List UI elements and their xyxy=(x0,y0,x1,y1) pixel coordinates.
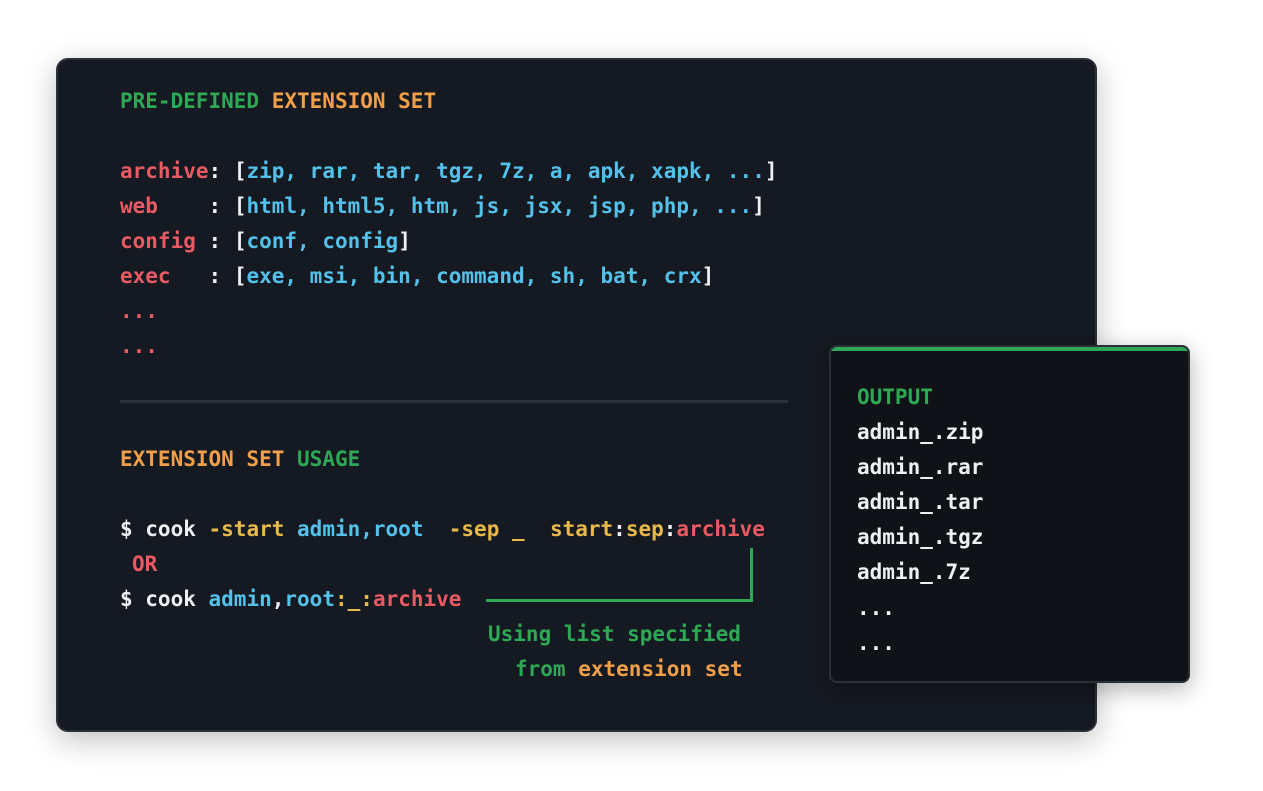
entry-key: config xyxy=(120,229,209,253)
usage-heading: EXTENSION SET USAGE xyxy=(120,446,360,472)
entry-separator: : xyxy=(208,229,234,253)
annotation-extension-set: extension set xyxy=(578,657,743,681)
command-prompt: $ cook xyxy=(120,587,209,611)
entry-bracket-open: [ xyxy=(233,229,247,253)
output-line: admin_.tgz xyxy=(857,525,984,549)
flag-sep: -sep xyxy=(448,517,500,541)
command-comma: , xyxy=(271,587,285,611)
annotation-line-2: from extension set xyxy=(515,656,743,682)
entry-bracket-close: ] xyxy=(764,159,778,183)
flag-start: -start xyxy=(208,517,285,541)
heading-part-usage: USAGE xyxy=(297,447,361,471)
output-panel: OUTPUT admin_.zip admin_.rar admin_.tar … xyxy=(829,345,1190,683)
output-line: admin_.rar xyxy=(857,455,984,479)
command-line-2: $ cook admin,root:_:archive xyxy=(120,586,461,612)
entry-separator: : xyxy=(208,264,234,288)
definition-entry-archive: archive: [zip, rar, tar, tgz, 7z, a, apk… xyxy=(120,158,778,184)
pattern-set: archive xyxy=(676,517,765,541)
pattern-start: start xyxy=(549,517,614,541)
entry-separator: : xyxy=(208,194,234,218)
definition-ellipsis: ... xyxy=(120,334,158,358)
annotation-connector-horizontal xyxy=(486,599,753,602)
pattern-sep: sep xyxy=(625,517,664,541)
sep-value: _ xyxy=(347,587,361,611)
output-title: OUTPUT xyxy=(857,385,933,409)
command-words: admin,root xyxy=(297,517,424,541)
or-label: OR xyxy=(132,552,158,576)
output-line: admin_.zip xyxy=(857,420,984,444)
sep-value: _ xyxy=(512,517,525,541)
entry-key: archive xyxy=(120,159,209,183)
pattern-colon: : xyxy=(334,587,348,611)
entry-values: html, html5, htm, js, jsx, jsp, php, ... xyxy=(246,194,753,218)
definition-entry-exec: exec : [exe, msi, bin, command, sh, bat,… xyxy=(120,263,714,289)
entry-values: exe, msi, bin, command, sh, bat, crx xyxy=(246,264,702,288)
annotation-line-1: Using list specified xyxy=(488,622,741,646)
pattern-colon: : xyxy=(613,517,626,541)
section-divider xyxy=(120,400,788,403)
definition-ellipsis: ... xyxy=(120,299,158,323)
output-accent-bar xyxy=(831,347,1188,351)
entry-bracket-open: [ xyxy=(233,264,247,288)
command-word: admin xyxy=(208,587,272,611)
heading-part-predefined: PRE-DEFINED xyxy=(120,89,260,113)
definition-entry-config: config : [conf, config] xyxy=(120,228,411,254)
command-line-1: $ cook -start admin,root -sep _ start:se… xyxy=(120,516,765,542)
entry-bracket-open: [ xyxy=(233,159,247,183)
output-line: ... xyxy=(857,596,895,620)
output-line: admin_.tar xyxy=(857,490,984,514)
annotation-connector-vertical xyxy=(750,548,753,602)
annotation-from: from xyxy=(515,657,566,681)
pattern-colon: : xyxy=(360,587,373,611)
entry-bracket-close: ] xyxy=(752,194,765,218)
output-line: ... xyxy=(857,631,895,655)
command-prompt: $ cook xyxy=(120,517,209,541)
pattern-colon: : xyxy=(663,517,677,541)
entry-bracket-open: [ xyxy=(233,194,247,218)
entry-key: exec xyxy=(120,264,209,288)
command-word: root xyxy=(284,587,335,611)
entry-bracket-close: ] xyxy=(701,264,715,288)
entry-values: conf, config xyxy=(246,229,399,253)
heading-part-extension-set: EXTENSION SET xyxy=(271,89,437,113)
definition-entry-web: web : [html, html5, htm, js, jsx, jsp, p… xyxy=(120,193,765,219)
entry-bracket-close: ] xyxy=(398,229,411,253)
heading-part-extension-set: EXTENSION SET xyxy=(120,447,285,471)
entry-separator: : xyxy=(208,159,234,183)
definition-heading: PRE-DEFINED EXTENSION SET xyxy=(120,88,436,114)
entry-values: zip, rar, tar, tgz, 7z, a, apk, xapk, ..… xyxy=(246,159,765,183)
output-line: admin_.7z xyxy=(857,560,971,584)
entry-key: web xyxy=(120,194,209,218)
pattern-set: archive xyxy=(372,587,462,611)
